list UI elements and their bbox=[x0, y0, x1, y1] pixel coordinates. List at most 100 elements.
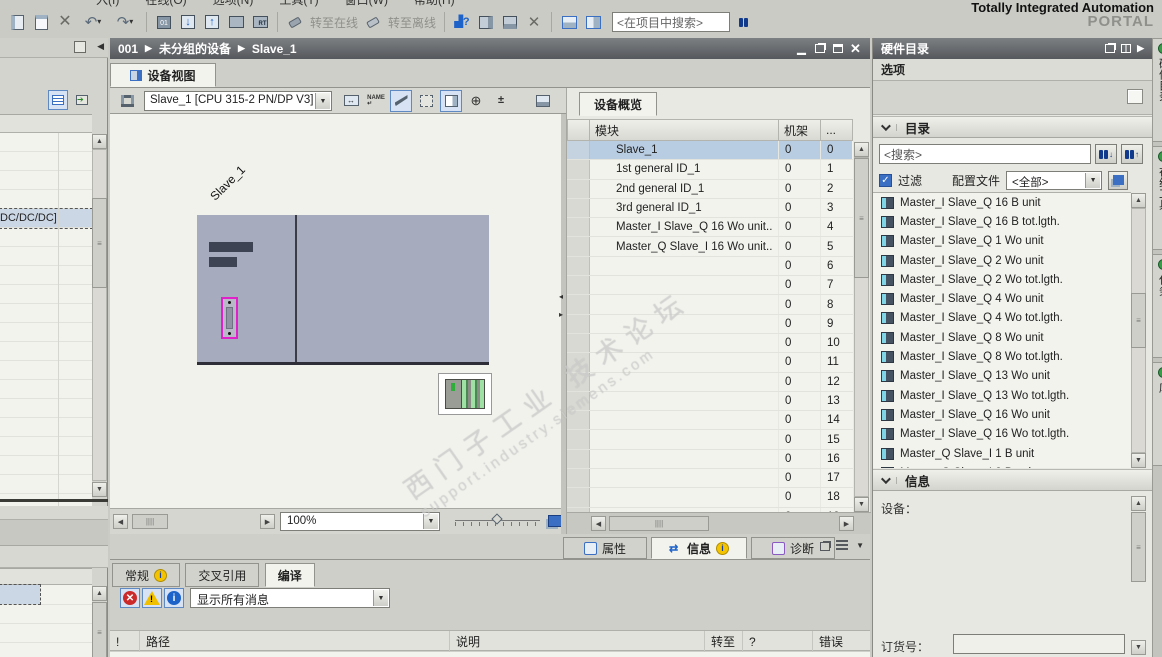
diagnostics-button[interactable]: ▟? bbox=[451, 11, 473, 33]
device-overview-row[interactable]: Master_I Slave_Q 16 Wo unit.. 0 4 bbox=[567, 218, 853, 238]
scroll-up-button[interactable]: ▲ bbox=[854, 142, 869, 157]
row-handle[interactable] bbox=[567, 430, 590, 449]
go-offline-label[interactable]: 转至离线 bbox=[388, 14, 436, 31]
device-overview-row[interactable]: 0 17 bbox=[567, 469, 853, 489]
device-overview-row[interactable]: 0 11 bbox=[567, 353, 853, 373]
device-overview-row[interactable]: 3rd general ID_1 0 3 bbox=[567, 198, 853, 219]
device-rack[interactable] bbox=[197, 215, 492, 415]
dropdown-arrow-icon[interactable]: ▼ bbox=[423, 514, 438, 529]
module-cell[interactable]: 3rd general ID_1 bbox=[590, 198, 779, 218]
plc-module-icon[interactable] bbox=[438, 373, 492, 415]
scrollbar-thumb[interactable]: ≡ bbox=[854, 158, 869, 278]
redo-button[interactable]: ↷ ▾ bbox=[110, 11, 140, 33]
col-errors[interactable]: 错误 bbox=[813, 631, 870, 652]
menu-item[interactable]: 帮助(H) bbox=[414, 0, 455, 8]
scroll-up-button[interactable]: ▲ bbox=[1131, 496, 1146, 511]
slot-cell[interactable]: 14 bbox=[821, 411, 852, 429]
profile-dropdown[interactable]: <全部> ▼ bbox=[1006, 170, 1103, 190]
scroll-up-button[interactable]: ▲ bbox=[92, 586, 107, 601]
module-cell[interactable] bbox=[590, 256, 779, 276]
inspector-subtab[interactable]: 编译 i bbox=[264, 563, 315, 587]
task-card-tab[interactable]: 任务 bbox=[1153, 254, 1162, 358]
catalog-item[interactable]: Master_I Slave_Q 4 Wo unit bbox=[873, 289, 1131, 308]
go-online-icon-button[interactable] bbox=[284, 11, 306, 33]
slot-cell[interactable]: 0 bbox=[821, 141, 852, 160]
module-cell[interactable] bbox=[590, 314, 779, 333]
breadcrumb-group[interactable]: 未分组的设备 bbox=[159, 40, 231, 57]
table-row[interactable] bbox=[0, 624, 92, 643]
row-handle[interactable] bbox=[567, 314, 590, 333]
row-handle[interactable] bbox=[567, 449, 590, 469]
compile-button[interactable]: 01 bbox=[153, 11, 175, 33]
module-column-header[interactable]: 模块 bbox=[590, 119, 779, 141]
device-overview-row[interactable]: 0 7 bbox=[567, 276, 853, 296]
filter-errors-button[interactable]: ✕ bbox=[120, 588, 140, 608]
rack-cell[interactable]: 0 bbox=[779, 391, 821, 411]
slot-cell[interactable]: 11 bbox=[821, 353, 852, 371]
device-overview-row[interactable]: 0 9 bbox=[567, 314, 853, 334]
row-handle[interactable] bbox=[567, 276, 590, 295]
menu-item[interactable]: 工具(T) bbox=[279, 0, 318, 8]
undo-button[interactable]: ↶ ▾ bbox=[78, 11, 108, 33]
scrollbar-thumb[interactable]: ≡ bbox=[1131, 512, 1146, 582]
download-button[interactable]: ↓ bbox=[177, 11, 199, 33]
catalog-item[interactable]: Master_I Slave_Q 16 Wo tot.lgth. bbox=[873, 425, 1131, 444]
table-row[interactable] bbox=[0, 247, 92, 266]
catalog-item[interactable]: Master_I Slave_Q 16 B unit bbox=[873, 193, 1131, 212]
device-overview-row[interactable]: 0 12 bbox=[567, 372, 853, 392]
show-addresses-button[interactable] bbox=[390, 89, 412, 112]
breadcrumb-project[interactable]: 001 bbox=[118, 42, 138, 56]
table-row[interactable] bbox=[0, 285, 92, 304]
rack-cell[interactable]: 0 bbox=[779, 179, 821, 198]
module-cell[interactable]: 2nd general ID_1 bbox=[590, 179, 779, 198]
scrollbar-thumb[interactable]: ≡ bbox=[92, 602, 107, 657]
table-row[interactable] bbox=[0, 133, 92, 152]
table-row[interactable] bbox=[0, 418, 92, 437]
rack-cell[interactable]: 0 bbox=[779, 198, 821, 218]
project-search-button[interactable] bbox=[732, 11, 754, 33]
module-cell[interactable] bbox=[590, 430, 779, 449]
pane-button[interactable] bbox=[440, 89, 462, 112]
catalog-item[interactable]: Master_I Slave_Q 13 Wo unit bbox=[873, 367, 1131, 386]
delete-button[interactable]: ✕ bbox=[54, 11, 76, 33]
profile-edit-button[interactable] bbox=[1108, 170, 1129, 190]
device-overview-row[interactable]: 0 15 bbox=[567, 430, 853, 450]
collapse-inspector-icon[interactable]: ▼ bbox=[856, 541, 864, 550]
device-overview-row[interactable]: 0 6 bbox=[567, 256, 853, 277]
table-row[interactable] bbox=[0, 475, 92, 494]
task-card-tab[interactable]: 库 bbox=[1153, 362, 1162, 466]
collapse-left-handle-icon[interactable]: ◂ bbox=[559, 292, 563, 301]
col-path[interactable]: 路径 bbox=[140, 631, 450, 652]
device-overview-tab[interactable]: 设备概览 bbox=[579, 92, 658, 116]
device-overview-row[interactable]: 0 13 bbox=[567, 391, 853, 412]
table-row[interactable] bbox=[0, 456, 92, 475]
tab-info[interactable]: ⇄ 信息 i bbox=[651, 537, 747, 559]
maximize-window-icon[interactable] bbox=[831, 43, 844, 55]
slot-cell[interactable]: 1 bbox=[821, 160, 852, 178]
inspector-subtab[interactable]: 交叉引用 i bbox=[185, 563, 260, 587]
row-handle[interactable] bbox=[567, 488, 590, 507]
grid-button[interactable] bbox=[415, 90, 437, 112]
float-inspector-icon[interactable] bbox=[820, 540, 830, 554]
module-cell[interactable] bbox=[590, 469, 779, 488]
row-handle[interactable] bbox=[567, 391, 590, 411]
message-filter-dropdown[interactable]: 显示所有消息 ▼ bbox=[190, 588, 390, 608]
slot-cell[interactable]: 5 bbox=[821, 237, 852, 255]
module-cell[interactable] bbox=[590, 333, 779, 353]
scroll-down-button[interactable]: ▼ bbox=[1131, 640, 1146, 655]
table-row[interactable] bbox=[0, 380, 92, 399]
filter-checkbox[interactable]: ✓ bbox=[879, 173, 892, 187]
row-handle[interactable] bbox=[567, 469, 590, 488]
inspector-subtab[interactable]: 常规 i bbox=[112, 563, 181, 587]
row-handle[interactable] bbox=[567, 295, 590, 314]
scroll-left-button[interactable]: ◀ bbox=[591, 516, 606, 531]
catalog-item[interactable]: Master_I Slave_Q 8 Wo tot.lgth. bbox=[873, 347, 1131, 366]
device-selector-dropdown[interactable]: Slave_1 [CPU 315-2 PN/DP V3] ▼ bbox=[144, 91, 332, 111]
catalog-item[interactable]: Master_I Slave_Q 1 Wo unit bbox=[873, 232, 1131, 251]
upload-button[interactable]: ↑ bbox=[201, 11, 223, 33]
menu-item[interactable]: 入(I) bbox=[96, 0, 119, 8]
catalog-item[interactable]: Master_I Slave_Q 4 Wo tot.lgth. bbox=[873, 309, 1131, 328]
table-row[interactable] bbox=[0, 605, 92, 624]
catalog-item[interactable]: Master_I Slave_Q 2 Wo unit bbox=[873, 251, 1131, 270]
rack-cell[interactable]: 0 bbox=[779, 488, 821, 507]
